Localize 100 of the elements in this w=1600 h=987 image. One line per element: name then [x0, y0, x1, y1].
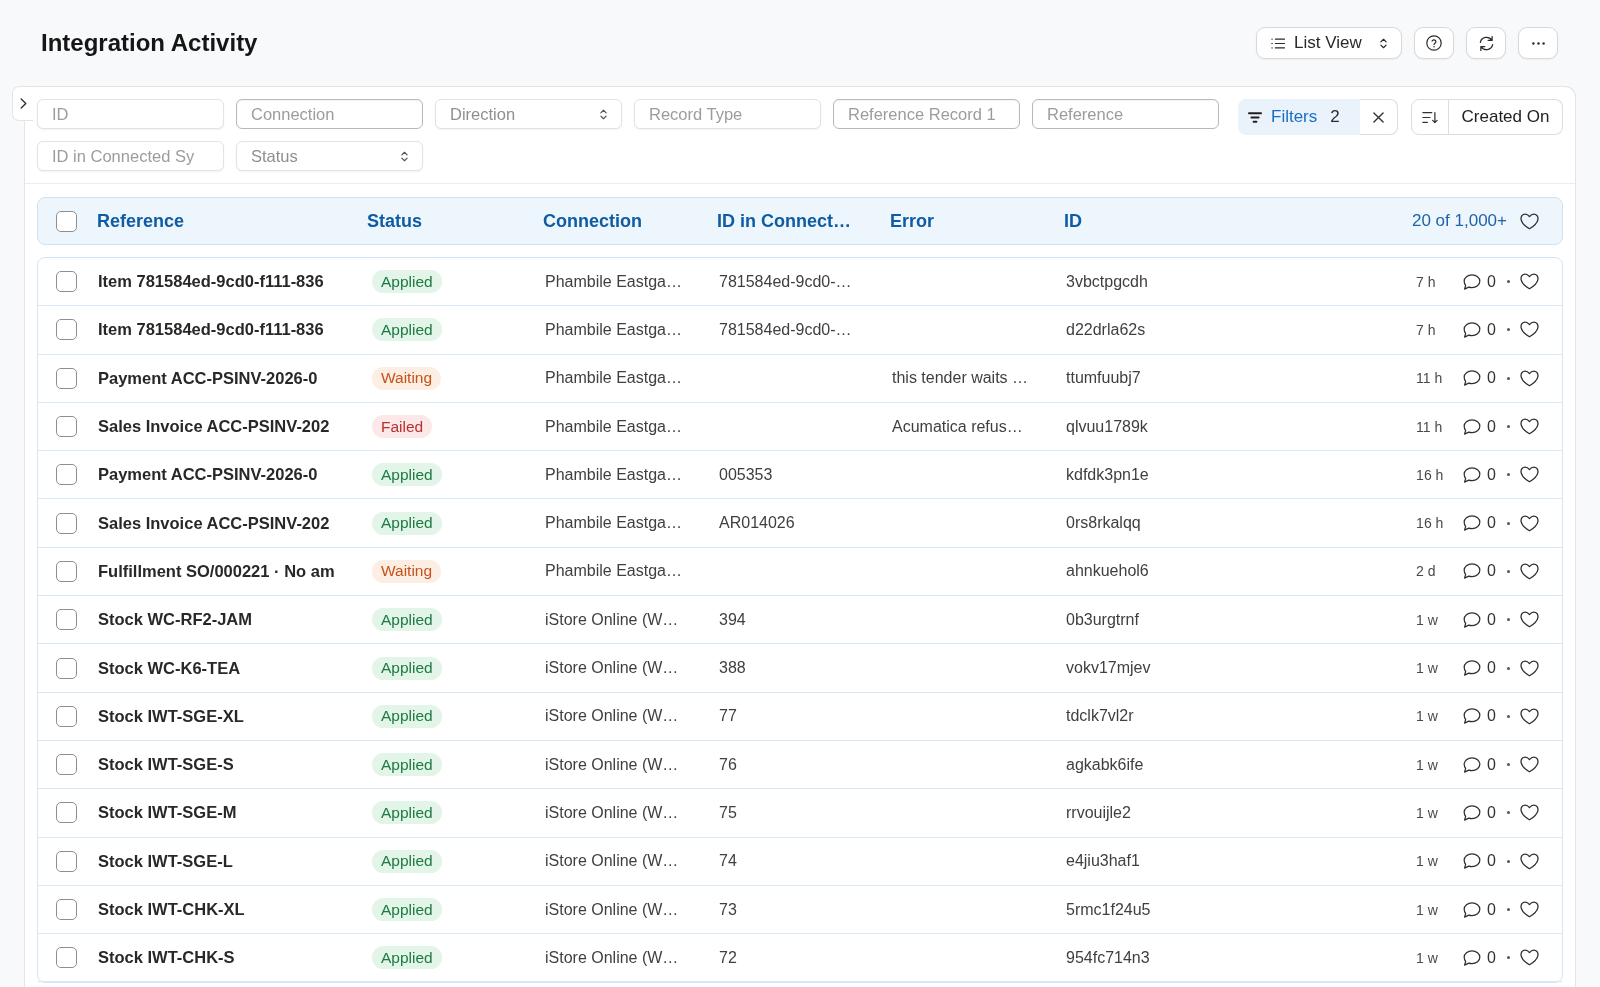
comment-icon: [1463, 466, 1482, 483]
heart-icon[interactable]: [1520, 901, 1539, 918]
sort-field-button[interactable]: Created On: [1449, 99, 1563, 135]
time-ago: 16 h: [1416, 515, 1445, 532]
checkbox[interactable]: [56, 464, 77, 486]
record-link[interactable]: Payment ACC-PSINV-2026-0: [97, 465, 367, 485]
checkbox[interactable]: [56, 319, 77, 341]
time-ago: 2 d: [1416, 563, 1437, 580]
checkbox[interactable]: [56, 899, 77, 920]
record-link[interactable]: Sales Invoice ACC-PSINV-202: [97, 513, 367, 533]
connected-id-cell-text: 76: [718, 755, 737, 773]
id-cell-text: tdclk7vl2r: [1065, 707, 1135, 726]
dot-icon: [1507, 908, 1510, 911]
heart-icon[interactable]: [1520, 562, 1539, 580]
dot-icon: [1507, 280, 1510, 284]
checkbox[interactable]: [56, 947, 77, 969]
record-link[interactable]: Stock WC-RF2-JAM: [97, 610, 367, 630]
filter-input[interactable]: Connection: [236, 99, 423, 129]
record-link[interactable]: Stock IWT-CHK-XL: [97, 900, 367, 919]
id-cell-text: d22drla62s: [1065, 320, 1147, 339]
checkbox[interactable]: [56, 657, 77, 679]
checkbox[interactable]: [56, 210, 77, 232]
clear-filters-button[interactable]: [1360, 99, 1398, 135]
heart-icon[interactable]: [1520, 852, 1539, 870]
heart-icon[interactable]: [1520, 756, 1539, 774]
close-icon: [1373, 111, 1384, 123]
time-ago: 11 h: [1416, 370, 1444, 387]
heart-icon[interactable]: [1520, 369, 1539, 387]
comment-icon: [1463, 273, 1482, 290]
checkbox[interactable]: [56, 705, 77, 727]
filter-icon: [1248, 111, 1262, 123]
checkbox[interactable]: [56, 367, 77, 389]
help-button[interactable]: [1414, 27, 1454, 59]
status-badge: Applied: [372, 704, 442, 728]
checkbox[interactable]: [56, 560, 77, 582]
time-ago: 16 h: [1416, 466, 1445, 483]
heart-icon[interactable]: [1520, 659, 1539, 677]
id-cell-text: e4jiu3haf1: [1065, 852, 1141, 871]
heart-icon[interactable]: [1520, 949, 1539, 967]
record-link[interactable]: Sales Invoice ACC-PSINV-202: [97, 417, 367, 437]
time-ago: 1 w: [1416, 804, 1439, 821]
record-link[interactable]: Stock IWT-SGE-L: [97, 851, 367, 871]
comment-icon: [1463, 708, 1482, 725]
connection-cell-text: iStore Online (W…: [544, 900, 680, 919]
heart-icon[interactable]: [1520, 611, 1539, 629]
heart-icon[interactable]: [1520, 466, 1539, 484]
sidebar-toggle-button[interactable]: [12, 86, 33, 121]
view-switcher-button[interactable]: List View: [1256, 27, 1402, 59]
heart-icon[interactable]: [1520, 514, 1539, 532]
dot-icon: [1507, 859, 1510, 863]
record-link[interactable]: Stock IWT-CHK-S: [97, 948, 367, 968]
dot-icon: [1507, 328, 1510, 332]
id-cell-text: ttumfuubj7: [1065, 369, 1142, 388]
id-cell-text: rrvouijle2: [1065, 803, 1132, 822]
checkbox[interactable]: [56, 609, 77, 631]
record-link[interactable]: Stock WC-K6-TEA: [97, 658, 367, 678]
id-cell-text: agkabk6ife: [1065, 755, 1145, 774]
heart-icon[interactable]: [1520, 273, 1539, 291]
filter-input[interactable]: Reference: [1032, 99, 1219, 129]
comment-count: 0: [1487, 707, 1496, 726]
connected-id-cell-text: 005353: [718, 465, 773, 483]
heart-icon[interactable]: [1520, 321, 1539, 339]
sort-direction-button[interactable]: [1411, 99, 1449, 135]
record-link[interactable]: Stock IWT-SGE-S: [97, 755, 367, 775]
refresh-button[interactable]: [1466, 27, 1506, 59]
status-badge: Applied: [372, 946, 442, 970]
checkbox[interactable]: [56, 802, 77, 824]
id-cell-text: qlvuu1789k: [1065, 417, 1149, 436]
record-link[interactable]: Item 781584ed-9cd0-f111-836: [97, 272, 367, 292]
dot-icon: [1507, 714, 1510, 718]
connected-id-cell-text: 388: [718, 659, 746, 676]
checkbox[interactable]: [56, 850, 77, 872]
time-ago: 1 w: [1416, 949, 1439, 966]
heart-icon[interactable]: [1520, 212, 1539, 230]
dot-icon: [1507, 473, 1510, 477]
list-icon: [1271, 37, 1285, 49]
heart-icon[interactable]: [1520, 418, 1539, 436]
column-heading: ID: [1064, 210, 1083, 232]
error-cell-text: Acumatica refus…: [891, 417, 1023, 435]
checkbox[interactable]: [56, 754, 77, 776]
heart-icon[interactable]: [1520, 804, 1539, 822]
id-cell-text: 954fc714n3: [1065, 948, 1151, 967]
record-link[interactable]: Payment ACC-PSINV-2026-0: [97, 368, 367, 388]
heart-icon[interactable]: [1520, 707, 1539, 725]
record-link[interactable]: Fulfillment SO/000221 · No am: [97, 561, 367, 581]
checkbox[interactable]: [56, 416, 77, 438]
record-link[interactable]: Stock IWT-SGE-M: [97, 803, 367, 823]
connection-cell-text: iStore Online (W…: [544, 610, 680, 629]
id-cell-text: ahnkuehol6: [1065, 562, 1150, 581]
filter-input[interactable]: Reference Record 1: [833, 99, 1020, 129]
connection-cell-text: Phambile Eastga…: [544, 320, 683, 339]
checkbox[interactable]: [56, 271, 77, 293]
checkbox[interactable]: [56, 512, 77, 534]
record-link[interactable]: Item 781584ed-9cd0-f111-836: [97, 320, 367, 340]
column-heading: Error: [890, 210, 935, 232]
dot-icon: [1507, 763, 1510, 767]
record-link[interactable]: Stock IWT-SGE-XL: [97, 706, 367, 726]
connected-id-cell-text: 781584ed-9cd0-…: [718, 320, 852, 338]
id-cell-text: vokv17mjev: [1065, 659, 1152, 677]
filters-button[interactable]: Filters 2: [1238, 99, 1360, 135]
